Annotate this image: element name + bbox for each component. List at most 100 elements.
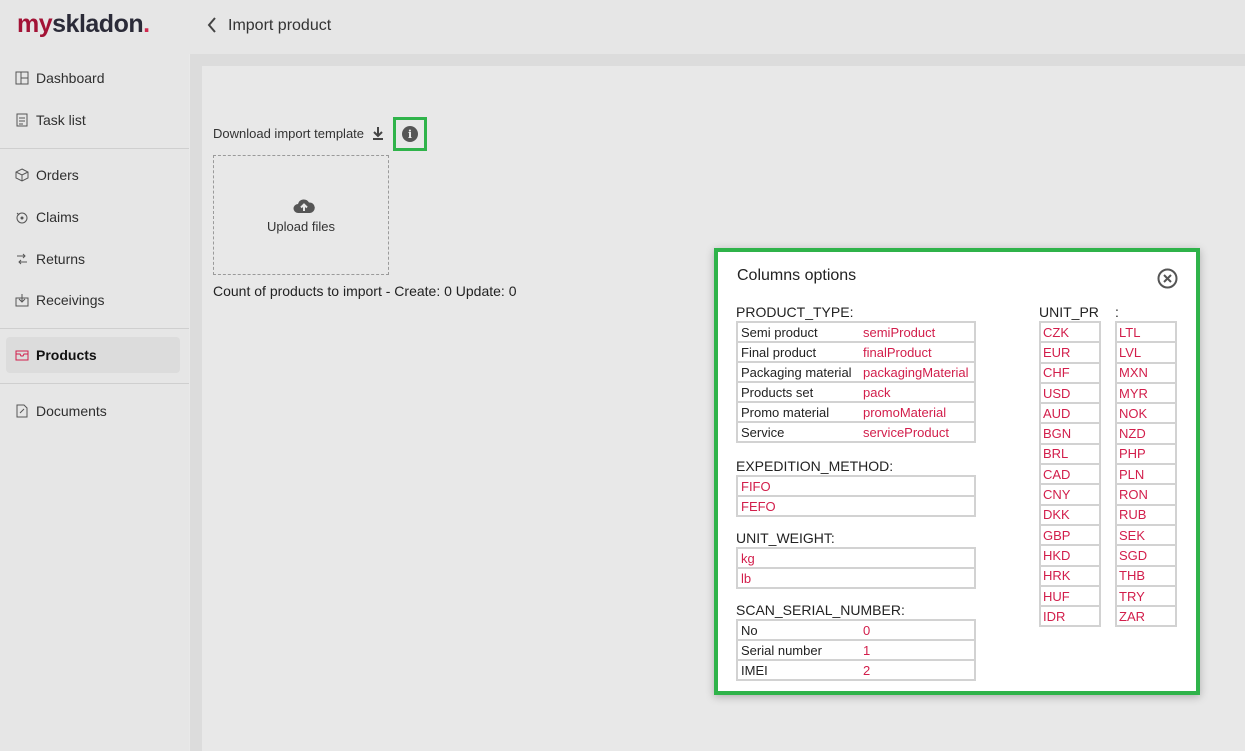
- option-name: Final product: [736, 341, 860, 363]
- currency-code: MXN: [1115, 361, 1177, 384]
- sidebar-item-dashboard[interactable]: Dashboard: [6, 60, 180, 96]
- currency-code: CAD: [1039, 463, 1101, 486]
- sidebar-item-label: Claims: [36, 209, 79, 225]
- sidebar-divider: [0, 328, 189, 329]
- option-name: No: [736, 619, 860, 641]
- currency-code: HUF: [1039, 584, 1101, 608]
- table-row: BRL: [1039, 442, 1101, 466]
- sidebar-item-orders[interactable]: Orders: [6, 157, 180, 193]
- table-row: PHP: [1115, 442, 1177, 466]
- table-row: Serial number 1: [736, 639, 976, 661]
- table-row: No 0: [736, 619, 976, 641]
- currency-table-1: CZK EUR CHF USD AUD BGN BRL CAD CNY DKK GBP HKD HRK H…: [1039, 320, 1101, 628]
- option-value: 2: [860, 659, 976, 681]
- currency-code: IDR: [1039, 605, 1101, 628]
- sidebar-item-documents[interactable]: Documents: [6, 393, 180, 429]
- popup-title: Columns options: [737, 267, 857, 284]
- product-type-table: Semi product semiProduct Final product fin…: [736, 321, 976, 443]
- table-row: THB: [1115, 564, 1177, 587]
- option-name: Promo material: [736, 401, 860, 423]
- table-row: LTL: [1115, 320, 1177, 344]
- sidebar-item-label: Orders: [36, 167, 79, 183]
- table-row: GBP: [1039, 523, 1101, 547]
- app-logo[interactable]: myskladon.: [17, 10, 150, 39]
- claims-icon: [15, 210, 29, 224]
- table-row: RUB: [1115, 503, 1177, 526]
- table-row: Semi product semiProduct: [736, 321, 976, 343]
- currency-code: DKK: [1039, 503, 1101, 526]
- close-icon[interactable]: [1157, 268, 1178, 289]
- currency-code: USD: [1039, 381, 1101, 405]
- currency-code: HKD: [1039, 544, 1101, 567]
- currency-code: LVL: [1115, 341, 1177, 364]
- task-list-icon: [15, 113, 29, 127]
- currency-code: THB: [1115, 564, 1177, 587]
- import-count-text: Count of products to import - Create: 0 …: [213, 283, 517, 299]
- upload-dropzone[interactable]: Upload files: [213, 155, 389, 275]
- table-row: EUR: [1039, 341, 1101, 364]
- table-row: MXN: [1115, 361, 1177, 384]
- sidebar-item-task-list[interactable]: Task list: [6, 102, 180, 138]
- table-row: Service serviceProduct: [736, 421, 976, 443]
- table-row: Final product finalProduct: [736, 341, 976, 363]
- option-name: IMEI: [736, 659, 860, 681]
- top-bar: myskladon. Import product: [0, 0, 1245, 54]
- section-label-unit-weight: UNIT_WEIGHT:: [736, 530, 835, 546]
- table-row: ZAR: [1115, 605, 1177, 628]
- back-icon[interactable]: [206, 16, 218, 39]
- table-row: Promo material promoMaterial: [736, 401, 976, 423]
- sidebar-item-returns[interactable]: Returns: [6, 241, 180, 277]
- table-row: SGD: [1115, 544, 1177, 567]
- table-row: PLN: [1115, 463, 1177, 486]
- info-button[interactable]: i: [393, 117, 427, 151]
- table-row: LVL: [1115, 341, 1177, 364]
- table-row: FIFO: [736, 475, 976, 497]
- option-name: Serial number: [736, 639, 860, 661]
- sidebar-item-claims[interactable]: Claims: [6, 199, 180, 235]
- download-template-link[interactable]: Download import template: [213, 126, 364, 141]
- sidebar-item-receivings[interactable]: Receivings: [6, 282, 180, 318]
- columns-options-popup: Columns options PRODUCT_TYPE: Semi produ…: [714, 248, 1200, 695]
- option-name: Semi product: [736, 321, 860, 343]
- currency-code: CZK: [1039, 320, 1101, 344]
- option-value: finalProduct: [860, 341, 976, 363]
- sidebar-item-label: Receivings: [36, 292, 105, 308]
- option-value: 0: [860, 619, 976, 641]
- info-icon: i: [402, 126, 418, 142]
- currency-code: PLN: [1115, 463, 1177, 486]
- section-label-scan-serial-number: SCAN_SERIAL_NUMBER:: [736, 602, 905, 618]
- option-value: promoMaterial: [860, 401, 976, 423]
- sidebar-item-label: Products: [36, 347, 97, 363]
- option-value: 1: [860, 639, 976, 661]
- table-row: kg: [736, 547, 976, 569]
- option-name: Packaging material: [736, 361, 860, 383]
- download-icon[interactable]: [370, 125, 386, 141]
- upload-label: Upload files: [267, 219, 335, 234]
- table-row: SEK: [1115, 523, 1177, 547]
- table-row: NZD: [1115, 422, 1177, 445]
- products-icon: [15, 348, 29, 362]
- sidebar: Dashboard Task list Orders Claims Return…: [0, 54, 189, 751]
- section-label-product-type: PRODUCT_TYPE:: [736, 304, 854, 320]
- table-row: HKD: [1039, 544, 1101, 567]
- currency-code: SGD: [1115, 544, 1177, 567]
- table-row: CAD: [1039, 463, 1101, 486]
- section-label-unit-price: UNIT_PR: [1039, 304, 1099, 320]
- currency-code: RON: [1115, 483, 1177, 506]
- option-value: packagingMaterial: [860, 361, 976, 383]
- option-value: kg: [736, 547, 976, 569]
- sidebar-item-label: Returns: [36, 251, 86, 267]
- currency-code: SEK: [1115, 523, 1177, 547]
- table-row: lb: [736, 567, 976, 589]
- documents-icon: [15, 404, 29, 418]
- sidebar-item-products[interactable]: Products: [6, 337, 180, 373]
- currency-code: CHF: [1039, 361, 1101, 384]
- table-row: FEFO: [736, 495, 976, 517]
- table-row: IMEI 2: [736, 659, 976, 681]
- table-row: DKK: [1039, 503, 1101, 526]
- table-row: AUD: [1039, 402, 1101, 425]
- expedition-method-table: FIFO FEFO: [736, 475, 976, 517]
- section-label-unit-price-colon: :: [1115, 304, 1119, 320]
- section-label-expedition-method: EXPEDITION_METHOD:: [736, 458, 894, 474]
- currency-code: RUB: [1115, 503, 1177, 526]
